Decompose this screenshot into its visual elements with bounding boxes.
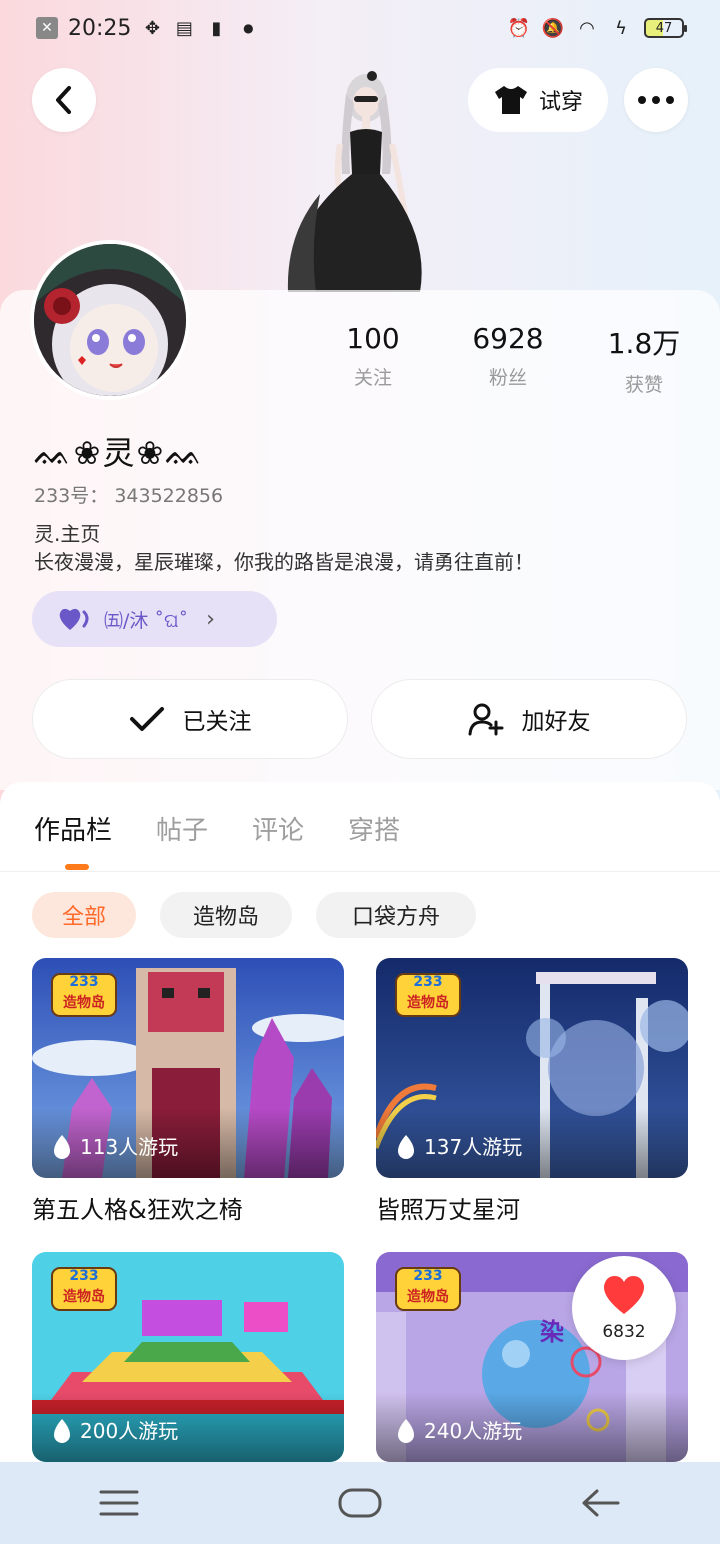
card-overlay-text: 染 [540, 1318, 564, 1346]
try-on-button[interactable]: 试穿 [468, 68, 608, 132]
play-count: 200人游玩 [32, 1392, 344, 1462]
flame-icon [398, 1135, 414, 1159]
tab-indicator [65, 864, 89, 870]
mute-icon: 🔕 [541, 17, 565, 39]
game-thumbnail: 233 造物岛 113人游玩 [32, 958, 344, 1178]
game-badge: 233 造物岛 [50, 1266, 118, 1316]
stat-fans-label: 粉丝 [488, 367, 527, 389]
play-count-text: 240人游玩 [424, 1419, 523, 1443]
badge-num: 233 [69, 974, 99, 990]
add-friend-button[interactable]: 加好友 [371, 679, 687, 759]
tab-comments[interactable]: 评论 [252, 810, 304, 847]
battery-icon: 47 [644, 18, 687, 38]
tshirt-icon [494, 86, 527, 114]
followed-button[interactable]: 已关注 [32, 679, 348, 759]
play-count-text: 113人游玩 [80, 1135, 179, 1159]
chevron-left-icon [56, 86, 71, 114]
game-badge: 233 造物岛 [394, 1266, 462, 1316]
flame-icon [54, 1419, 70, 1443]
game-badge: 233 造物岛 [50, 972, 118, 1022]
add-user-icon [468, 703, 503, 736]
like-button[interactable]: 6832 [572, 1256, 676, 1360]
tab-works[interactable]: 作品栏 [34, 810, 112, 847]
more-button[interactable] [624, 68, 688, 132]
stat-likes[interactable]: 1.8万 获赞 [584, 322, 704, 397]
add-friend-label: 加好友 [521, 709, 591, 735]
divider [0, 871, 720, 872]
game-card[interactable]: 233 造物岛 113人游玩 第五人格&狂欢之椅 [32, 958, 344, 1225]
badge-text: 造物岛 [407, 995, 449, 1011]
game-thumbnail: 233 造物岛 137人游玩 [376, 958, 688, 1178]
menu-icon[interactable] [99, 1489, 139, 1517]
card-icon: ▤ [175, 17, 193, 39]
status-time: 20:25 [68, 15, 132, 41]
badge-text: 造物岛 [407, 1289, 449, 1305]
back-button[interactable] [32, 68, 96, 132]
character-figure [280, 64, 440, 294]
stat-following-value: 100 [346, 322, 400, 355]
like-count: 6832 [602, 1322, 646, 1342]
user-id[interactable]: 233号： 343522856 [34, 481, 223, 508]
home-icon[interactable] [338, 1488, 382, 1518]
play-count: 113人游玩 [32, 1108, 344, 1178]
chevron-right-icon: › [206, 606, 215, 632]
stat-following[interactable]: 100 关注 [313, 322, 433, 390]
game-card[interactable]: 233 造物岛 137人游玩 皆照万丈星河 [376, 958, 688, 1225]
wifi-icon: ◠ [579, 17, 595, 39]
tab-outfits[interactable]: 穿搭 [348, 810, 400, 847]
tab-bar: 作品栏 帖子 评论 穿搭 [34, 810, 400, 847]
uid-label: 233号： [34, 485, 109, 507]
badge-num: 233 [69, 1268, 99, 1284]
back-arrow-icon[interactable] [581, 1488, 621, 1518]
pinwheel-icon: ✥ [144, 17, 160, 39]
tab-posts[interactable]: 帖子 [156, 810, 208, 847]
bio-line-2: 长夜漫漫，星辰璀璨，你我的路皆是浪漫，请勇往直前！ [34, 550, 534, 574]
heart-icon [59, 608, 89, 630]
filter-all[interactable]: 全部 [32, 892, 136, 938]
stat-following-label: 关注 [353, 367, 392, 389]
cp-tag-pill[interactable]: ㈤/沐 ˚ଘ˚ › [32, 591, 277, 647]
bio-line-1: 灵.主页 [34, 522, 101, 546]
try-on-label: 试穿 [538, 90, 583, 115]
stat-likes-value: 1.8万 [607, 327, 681, 360]
charging-icon: ϟ [615, 17, 627, 39]
check-icon [129, 707, 164, 731]
game-title: 皆照万丈星河 [376, 1196, 520, 1224]
more-dots-icon [638, 96, 674, 104]
game-badge: 233 造物岛 [394, 972, 462, 1022]
flame-icon [398, 1419, 414, 1443]
badge-num: 233 [413, 974, 443, 990]
stat-likes-label: 获赞 [624, 374, 663, 396]
alarm-icon: ⏰ [507, 17, 531, 39]
avatar[interactable] [30, 240, 190, 400]
uid-value: 343522856 [114, 485, 224, 507]
filter-creation-island[interactable]: 造物岛 [160, 892, 292, 938]
status-bar: ✕ 20:25 ✥ ▤ ▮ ● ⏰ 🔕 ◠ ϟ 47 [0, 0, 720, 56]
badge-text: 造物岛 [63, 995, 105, 1011]
play-count: 240人游玩 [376, 1392, 688, 1462]
play-count-text: 200人游玩 [80, 1419, 179, 1443]
game-card[interactable]: 233 造物岛 200人游玩 [32, 1252, 344, 1462]
game-title: 第五人格&狂欢之椅 [32, 1196, 243, 1224]
play-count-text: 137人游玩 [424, 1135, 523, 1159]
stat-fans-value: 6928 [472, 322, 544, 355]
followed-label: 已关注 [182, 709, 252, 735]
tag-text: ㈤/沐 ˚ଘ˚ [104, 609, 189, 632]
stat-fans[interactable]: 6928 粉丝 [448, 322, 568, 390]
close-notification-icon: ✕ [36, 17, 58, 39]
game-thumbnail: 233 造物岛 200人游玩 [32, 1252, 344, 1462]
badge-text: 造物岛 [63, 1289, 105, 1305]
nickname: ᨐ❀灵❀ᨐ [34, 434, 205, 472]
flame-icon [54, 1135, 70, 1159]
filter-pocket-ark[interactable]: 口袋方舟 [316, 892, 476, 938]
heart-icon [603, 1276, 645, 1314]
bio: 灵.主页 长夜漫漫，星辰璀璨，你我的路皆是浪漫，请勇往直前！ [34, 520, 534, 576]
dot-icon: ● [243, 21, 254, 35]
badge-num: 233 [413, 1268, 443, 1284]
system-nav-bar [0, 1462, 720, 1544]
book-icon: ▮ [211, 17, 222, 39]
play-count: 137人游玩 [376, 1108, 688, 1178]
